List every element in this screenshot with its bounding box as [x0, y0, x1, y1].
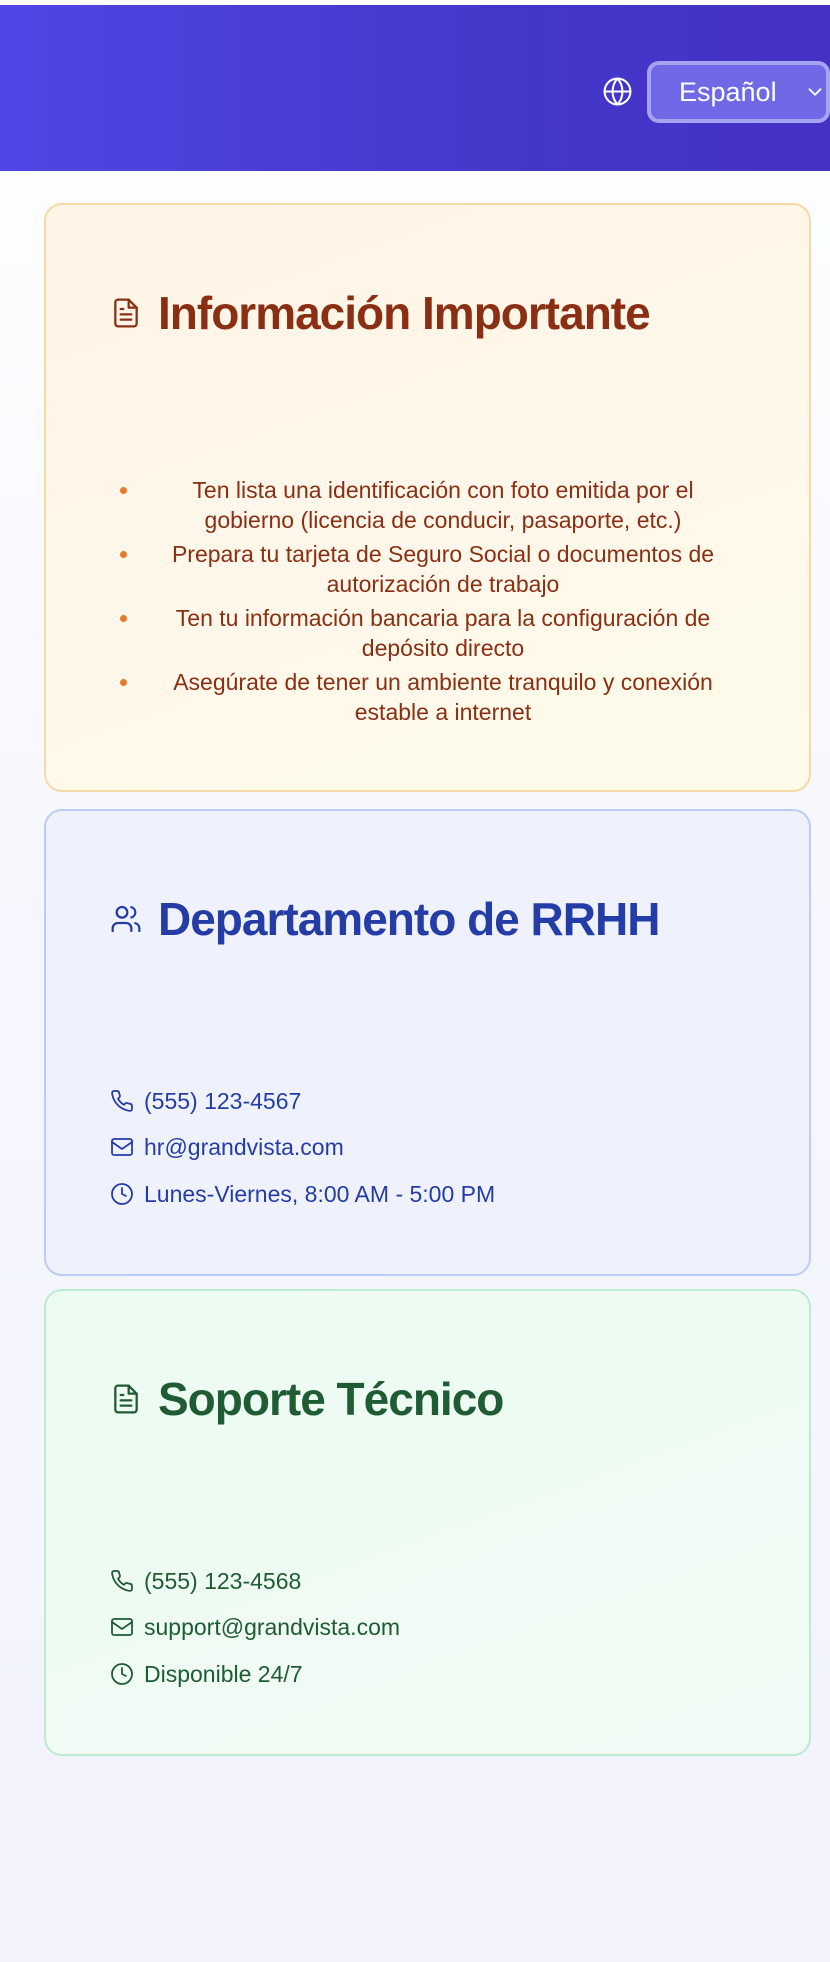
hr-department-card: Departamento de RRHH (555) 123-4567 hr@g…: [44, 809, 811, 1276]
bullet-dot: [120, 551, 127, 558]
support-hours: Disponible 24/7: [110, 1658, 303, 1690]
list-item: Ten tu información bancaria para la conf…: [106, 603, 746, 663]
important-info-title: Información Importante: [158, 287, 651, 339]
users-icon: [111, 905, 141, 933]
support-email[interactable]: support@grandvista.com: [110, 1611, 400, 1643]
language-select-value: Español: [679, 77, 777, 107]
hr-phone[interactable]: (555) 123-4567: [110, 1085, 301, 1117]
list-item-text: Asegúrate de tener un ambiente tranquilo…: [173, 669, 713, 725]
support-phone-text: (555) 123-4568: [144, 1567, 302, 1594]
important-info-list: Ten lista una identificación con foto em…: [106, 475, 746, 731]
tech-support-card: Soporte Técnico (555) 123-4568 support@g…: [44, 1289, 811, 1756]
list-item-text: Ten lista una identificación con foto em…: [192, 477, 694, 533]
chevron-down-icon: [808, 88, 822, 96]
document-icon: [114, 1384, 138, 1414]
hr-hours: Lunes-Viernes, 8:00 AM - 5:00 PM: [110, 1178, 495, 1210]
support-hours-text: Disponible 24/7: [144, 1660, 303, 1687]
list-item: Prepara tu tarjeta de Seguro Social o do…: [106, 539, 746, 599]
language-select[interactable]: Español: [647, 61, 830, 123]
tech-support-title: Soporte Técnico: [158, 1373, 504, 1425]
support-phone[interactable]: (555) 123-4568: [110, 1565, 301, 1597]
hr-department-title: Departamento de RRHH: [158, 893, 660, 945]
support-email-text: support@grandvista.com: [144, 1613, 401, 1640]
list-item-text: Prepara tu tarjeta de Seguro Social o do…: [171, 541, 715, 597]
list-item-text: Ten tu información bancaria para la conf…: [175, 605, 711, 661]
globe-icon: [603, 77, 632, 106]
list-item: Ten lista una identificación con foto em…: [106, 475, 746, 535]
clock-icon: [111, 1663, 133, 1685]
hr-hours-text: Lunes-Viernes, 8:00 AM - 5:00 PM: [144, 1180, 496, 1207]
clock-icon: [111, 1183, 133, 1205]
top-header: Español: [0, 5, 830, 171]
mail-icon: [111, 1618, 133, 1636]
hr-email-text: hr@grandvista.com: [144, 1133, 344, 1160]
list-item: Asegúrate de tener un ambiente tranquilo…: [106, 667, 746, 727]
hr-email[interactable]: hr@grandvista.com: [110, 1131, 344, 1163]
mail-icon: [111, 1138, 133, 1156]
phone-icon: [111, 1090, 133, 1112]
important-info-card: Información Importante Ten lista una ide…: [44, 203, 811, 792]
bullet-dot: [120, 487, 127, 494]
bullet-dot: [120, 615, 127, 622]
hr-phone-text: (555) 123-4567: [144, 1087, 302, 1114]
document-icon: [114, 298, 138, 328]
bullet-dot: [120, 679, 127, 686]
phone-icon: [111, 1570, 133, 1592]
